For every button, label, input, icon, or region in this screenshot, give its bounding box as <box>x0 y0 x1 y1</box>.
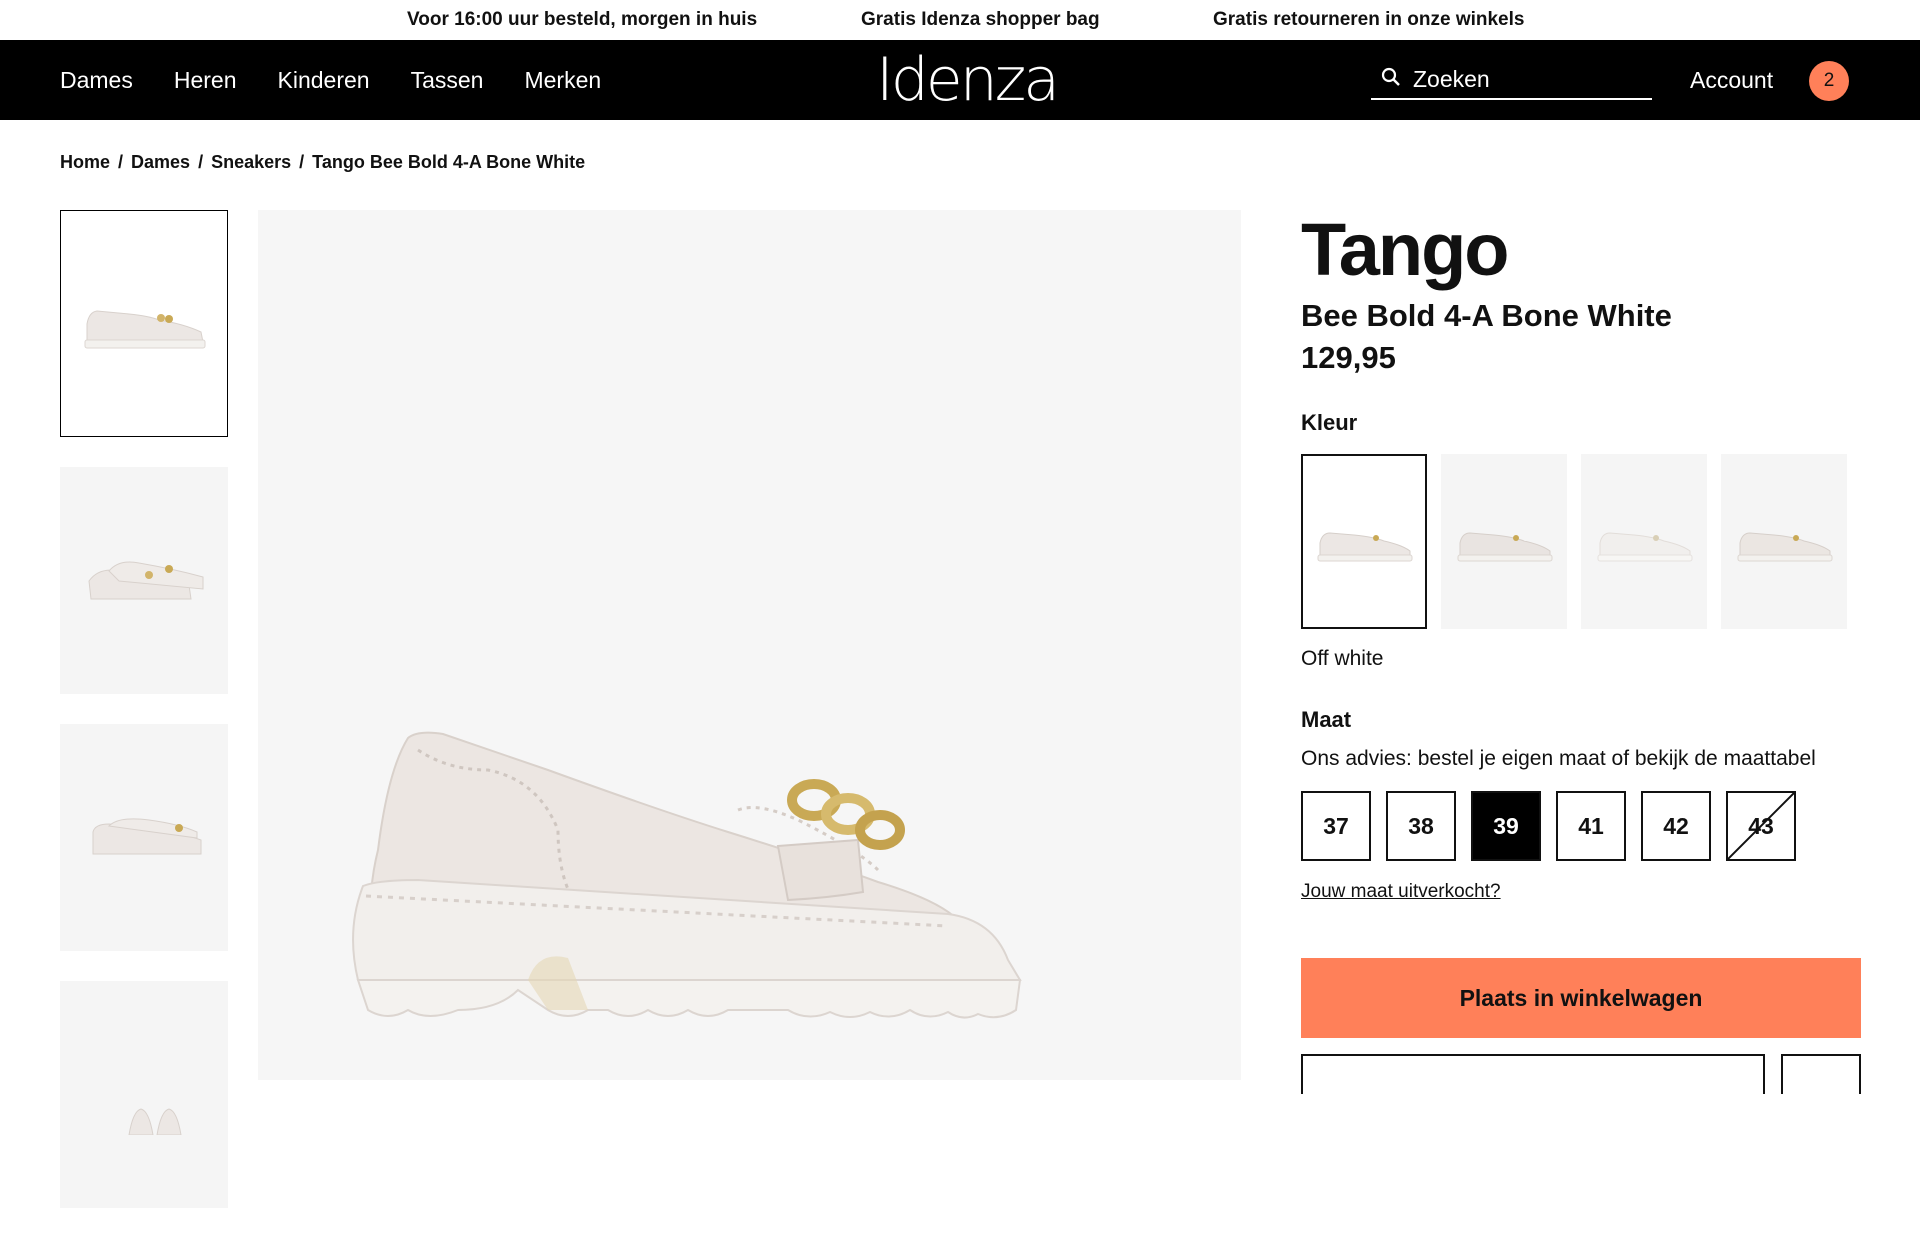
thumbnail-list <box>60 210 228 1238</box>
size-options: 37 38 39 41 42 43 <box>1301 791 1861 861</box>
loafer-back-image <box>92 817 202 854</box>
size-soldout-link[interactable]: Jouw maat uitverkocht? <box>1301 881 1501 903</box>
announcement-bar: Voor 16:00 uur besteld, morgen in huis G… <box>0 0 1920 40</box>
swatch-shoe-image <box>1317 532 1413 562</box>
breadcrumb-home[interactable]: Home <box>60 152 110 173</box>
color-swatch-3[interactable] <box>1581 454 1707 629</box>
color-swatch-off-white[interactable] <box>1301 454 1427 629</box>
loafer-side-image <box>84 309 206 348</box>
nav-item-merken[interactable]: Merken <box>524 67 601 94</box>
thumbnail-3[interactable] <box>60 724 228 951</box>
add-to-cart-button[interactable]: Plaats in winkelwagen <box>1301 958 1861 1038</box>
announcement-returns: Gratis retourneren in onze winkels <box>1213 9 1525 30</box>
announcement-shopper-bag: Gratis Idenza shopper bag <box>861 9 1100 30</box>
loafer-hero-illustration <box>352 731 1022 1019</box>
breadcrumb-dames[interactable]: Dames <box>131 152 190 173</box>
thumbnail-2[interactable] <box>60 467 228 694</box>
product-brand[interactable]: Tango <box>1301 210 1861 290</box>
nav-item-heren[interactable]: Heren <box>174 67 237 94</box>
size-option-39[interactable]: 39 <box>1471 791 1541 861</box>
thumbnail-1[interactable] <box>60 210 228 437</box>
site-logo[interactable]: Idenza <box>876 50 1060 110</box>
size-label: Maat <box>1301 707 1352 732</box>
size-option-43-soldout[interactable]: 43 <box>1726 791 1796 861</box>
swatch-shoe-image <box>1457 532 1553 562</box>
loafer-pair-image <box>88 561 204 599</box>
site-header: Dames Heren Kinderen Tassen Merken Idenz… <box>0 40 1920 120</box>
size-option-41[interactable]: 41 <box>1556 791 1626 861</box>
nav-item-tassen[interactable]: Tassen <box>411 67 484 94</box>
breadcrumb-sneakers[interactable]: Sneakers <box>211 152 291 173</box>
size-option-37[interactable]: 37 <box>1301 791 1371 861</box>
product-price: 129,95 <box>1301 340 1396 375</box>
size-option-42[interactable]: 42 <box>1641 791 1711 861</box>
thumbnail-4[interactable] <box>60 981 228 1208</box>
breadcrumb-separator: / <box>118 152 124 172</box>
color-swatch-2[interactable] <box>1441 454 1567 629</box>
main-nav: Dames Heren Kinderen Tassen Merken <box>60 40 601 120</box>
loafer-front-image <box>128 1107 182 1135</box>
product-model: Bee Bold 4-A Bone White <box>1301 298 1672 333</box>
search-input[interactable] <box>1413 65 1633 93</box>
breadcrumb: Home / Dames / Sneakers / Tango Bee Bold… <box>60 152 585 173</box>
main-product-image[interactable] <box>258 210 1241 1080</box>
size-advice: Ons advies: bestel je eigen maat of beki… <box>1301 747 1816 770</box>
secondary-action-button[interactable] <box>1301 1054 1766 1094</box>
wishlist-button[interactable] <box>1781 1054 1861 1094</box>
product-info: Tango Bee Bold 4-A Bone White 129,95 Kle… <box>1301 210 1861 1094</box>
swatch-shoe-image <box>1737 532 1833 562</box>
cart-count-badge[interactable]: 2 <box>1809 61 1849 101</box>
breadcrumb-separator: / <box>299 152 305 172</box>
color-swatches <box>1301 454 1861 629</box>
nav-item-dames[interactable]: Dames <box>60 67 133 94</box>
color-label: Kleur <box>1301 410 1358 435</box>
color-swatch-4[interactable] <box>1721 454 1847 629</box>
secondary-actions <box>1301 1054 1861 1094</box>
announcement-delivery: Voor 16:00 uur besteld, morgen in huis <box>407 9 758 30</box>
account-link[interactable]: Account <box>1690 40 1773 120</box>
selected-color-name: Off white <box>1301 647 1384 670</box>
search-icon <box>1381 67 1401 92</box>
size-option-38[interactable]: 38 <box>1386 791 1456 861</box>
swatch-shoe-image <box>1597 532 1693 562</box>
nav-item-kinderen[interactable]: Kinderen <box>278 67 370 94</box>
breadcrumb-current[interactable]: Tango Bee Bold 4-A Bone White <box>312 152 585 173</box>
breadcrumb-separator: / <box>198 152 204 172</box>
soldout-strike-icon <box>1728 793 1794 859</box>
search-bar[interactable] <box>1371 60 1652 100</box>
